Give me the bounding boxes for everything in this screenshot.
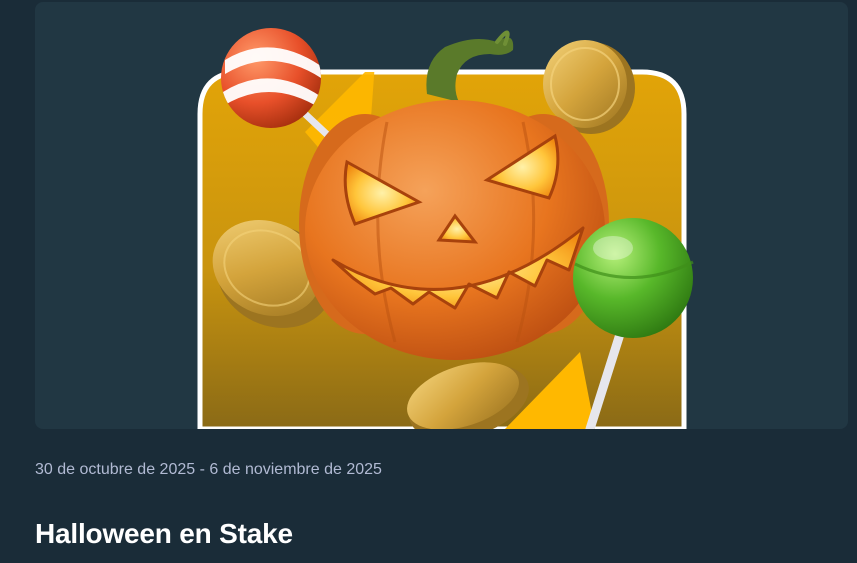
promotion-title[interactable]: Halloween en Stake <box>35 518 293 550</box>
promotion-image-card[interactable] <box>35 2 848 429</box>
promotion-date-range: 30 de octubre de 2025 - 6 de noviembre d… <box>35 461 382 478</box>
halloween-pumpkin-illustration <box>197 28 694 429</box>
